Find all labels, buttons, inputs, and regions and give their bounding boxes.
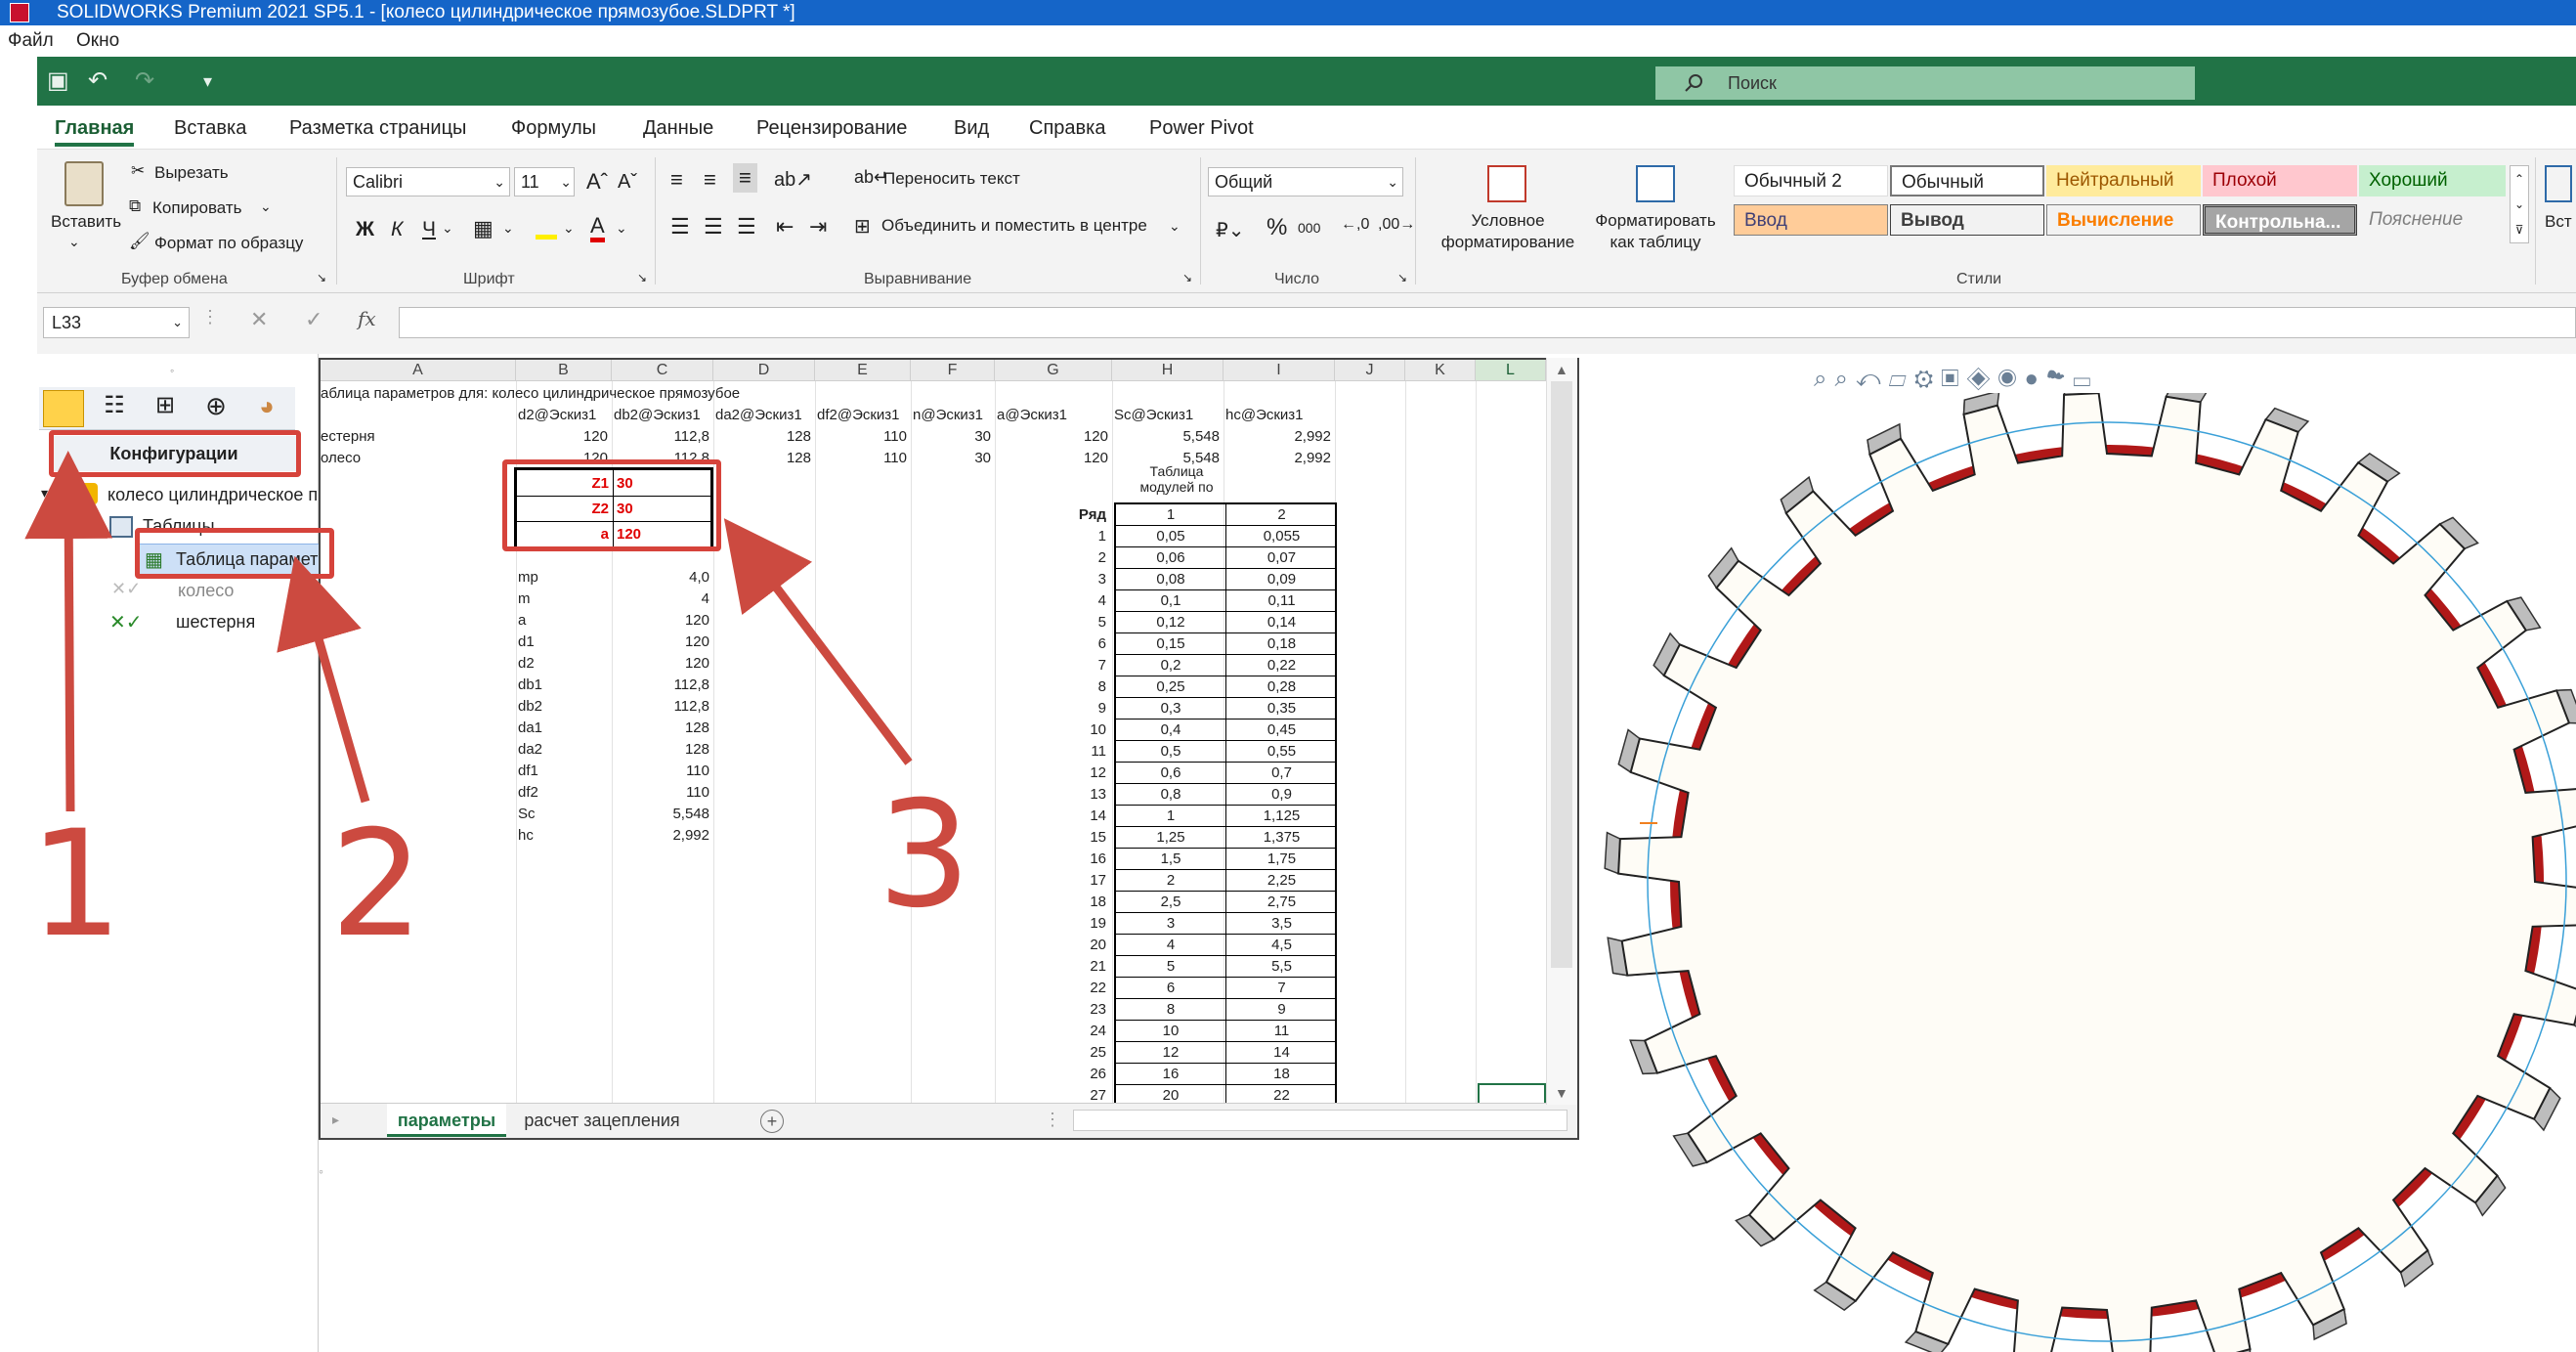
- modules-row-index[interactable]: 26: [1067, 1064, 1106, 1085]
- modules-row-index[interactable]: 17: [1067, 870, 1106, 892]
- modules-row-index[interactable]: 6: [1067, 633, 1106, 655]
- modules-row-index[interactable]: 7: [1067, 655, 1106, 676]
- modules-row-index[interactable]: 15: [1067, 827, 1106, 849]
- modules-row-index[interactable]: 3: [1067, 569, 1106, 590]
- modules-row-index[interactable]: 27: [1067, 1085, 1106, 1107]
- modules-row-index[interactable]: 2: [1067, 547, 1106, 569]
- callout-number-3: 3: [878, 770, 971, 940]
- annotation-arrows: [24, 451, 913, 812]
- modules-row-index[interactable]: 5: [1067, 612, 1106, 633]
- modules-row-index[interactable]: 13: [1067, 784, 1106, 806]
- modules-row-index[interactable]: 24: [1067, 1021, 1106, 1042]
- modules-row-index[interactable]: 4: [1067, 590, 1106, 612]
- modules-row-index[interactable]: 12: [1067, 763, 1106, 784]
- modules-row-index[interactable]: 22: [1067, 978, 1106, 999]
- modules-row-index[interactable]: 21: [1067, 956, 1106, 978]
- callout-number-1: 1: [29, 800, 123, 970]
- callout-number-2: 2: [330, 800, 424, 970]
- modules-row-index[interactable]: 1: [1067, 526, 1106, 547]
- modules-row-index[interactable]: 14: [1067, 806, 1106, 827]
- modules-row-index[interactable]: 16: [1067, 849, 1106, 870]
- modules-row-index[interactable]: 23: [1067, 999, 1106, 1021]
- modules-row-index[interactable]: 18: [1067, 892, 1106, 913]
- modules-row-index[interactable]: 8: [1067, 676, 1106, 698]
- modules-row-index[interactable]: 11: [1067, 741, 1106, 763]
- arrow-1: [24, 451, 113, 812]
- modules-row-index[interactable]: 9: [1067, 698, 1106, 720]
- modules-row-index[interactable]: 19: [1067, 913, 1106, 935]
- modules-row-index[interactable]: 25: [1067, 1042, 1106, 1064]
- arrow-3: [723, 518, 913, 765]
- modules-row-index[interactable]: 20: [1067, 935, 1106, 956]
- modules-row-index[interactable]: 10: [1067, 720, 1106, 741]
- arrow-2: [277, 555, 370, 804]
